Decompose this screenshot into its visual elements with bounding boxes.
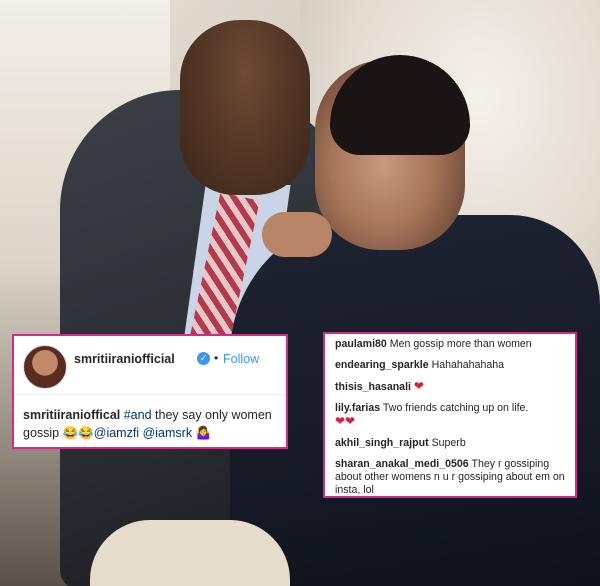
heart-icon: ❤❤	[335, 414, 356, 428]
comment-username[interactable]: lily.farias	[335, 402, 380, 414]
divider	[14, 394, 286, 395]
comment-row: paulami80 Men gossip more than women	[335, 338, 569, 351]
photo-pants	[90, 520, 290, 586]
comment-row: endearing_sparkle Hahahahahaha	[335, 359, 569, 372]
post-caption: smritiiranioffical #and they say only wo…	[23, 406, 278, 442]
follow-button[interactable]: Follow	[223, 352, 259, 366]
caption-username[interactable]: smritiiranioffical	[23, 408, 120, 422]
post-username[interactable]: smritiiraniofficial	[74, 352, 175, 366]
instagram-post-card: smritiiraniofficial ✓ • Follow smritiira…	[12, 334, 288, 449]
caption-emoji-shrug: 🤷‍♀️	[195, 426, 212, 440]
avatar[interactable]	[23, 345, 67, 389]
comment-username[interactable]: paulami80	[335, 338, 387, 350]
comment-row: lily.farias Two friends catching up on l…	[335, 402, 569, 429]
comment-text: Superb	[431, 437, 466, 449]
comment-username[interactable]: thisis_hasanali	[335, 381, 411, 393]
comment-text: Hahahahahaha	[431, 359, 505, 371]
caption-mention-iamzfi[interactable]: @iamzfi	[94, 426, 139, 440]
comment-row: akhil_singh_rajput Superb	[335, 437, 569, 450]
separator-dot: •	[214, 351, 219, 365]
comment-text: Men gossip more than women	[389, 338, 532, 350]
comment-username[interactable]: akhil_singh_rajput	[335, 437, 429, 449]
photo-man-left-head	[180, 20, 310, 195]
comment-row: sharan_anakal_medi_0506 They r gossiping…	[335, 458, 569, 497]
caption-mention-iamsrk[interactable]: @iamsrk	[143, 426, 193, 440]
comment-username[interactable]: sharan_anakal_medi_0506	[335, 458, 469, 470]
verified-badge-icon: ✓	[197, 352, 210, 365]
comment-username[interactable]: endearing_sparkle	[335, 359, 429, 371]
comment-text: Two friends catching up on life.	[382, 402, 529, 414]
caption-hashtag[interactable]: #and	[124, 408, 152, 422]
comment-row: thisis_hasanali ❤	[335, 380, 569, 394]
background-photo	[0, 0, 600, 586]
photo-hand	[262, 212, 332, 257]
heart-icon: ❤	[413, 379, 424, 393]
caption-emoji: 😂😂	[62, 426, 94, 440]
comments-panel: paulami80 Men gossip more than women end…	[323, 332, 577, 498]
